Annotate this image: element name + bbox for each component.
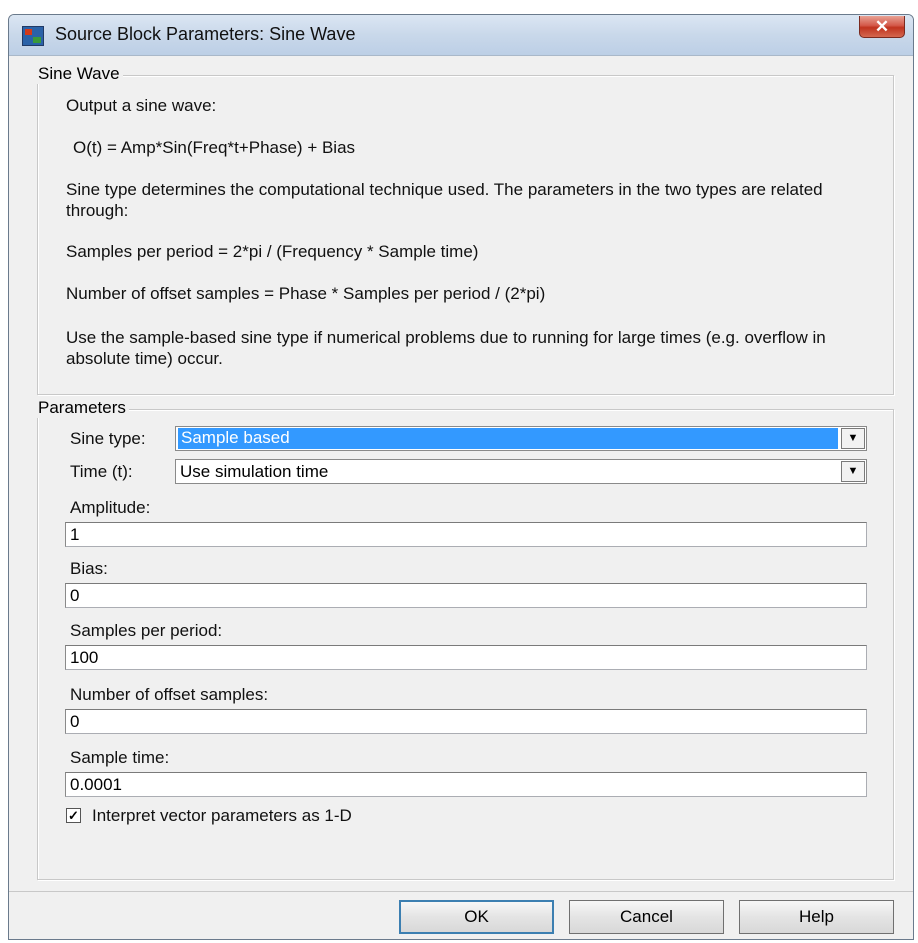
description-sine-type: Sine type determines the computational t… bbox=[66, 180, 823, 220]
description-offset-samples: Number of offset samples = Phase * Sampl… bbox=[66, 284, 546, 303]
description-intro: Output a sine wave: bbox=[66, 96, 217, 115]
chevron-down-icon[interactable]: ▼ bbox=[841, 461, 865, 482]
samples-per-period-label: Samples per period: bbox=[70, 621, 223, 640]
sine-type-select[interactable]: Sample based ▼ bbox=[175, 426, 867, 451]
sine-type-value: Sample based bbox=[178, 428, 838, 449]
bias-input[interactable]: 0 bbox=[65, 583, 867, 608]
time-value: Use simulation time bbox=[180, 462, 329, 481]
simulink-block-icon bbox=[22, 26, 44, 46]
interpret-vector-checkbox[interactable]: ✓ bbox=[66, 808, 81, 823]
bias-label: Bias: bbox=[70, 559, 108, 578]
window-title: Source Block Parameters: Sine Wave bbox=[55, 24, 356, 44]
offset-samples-label: Number of offset samples: bbox=[70, 685, 269, 704]
amplitude-input[interactable]: 1 bbox=[65, 522, 867, 547]
time-label: Time (t): bbox=[70, 462, 133, 481]
button-bar-divider bbox=[9, 891, 913, 892]
close-button[interactable]: ✕ bbox=[859, 16, 905, 38]
sine-type-label: Sine type: bbox=[70, 429, 146, 448]
time-select[interactable]: Use simulation time ▼ bbox=[175, 459, 867, 484]
interpret-vector-label[interactable]: Interpret vector parameters as 1-D bbox=[92, 806, 352, 826]
offset-samples-input[interactable]: 0 bbox=[65, 709, 867, 734]
description-formula: O(t) = Amp*Sin(Freq*t+Phase) + Bias bbox=[73, 138, 356, 157]
description-samples-per-period: Samples per period = 2*pi / (Frequency *… bbox=[66, 242, 479, 261]
help-button[interactable]: Help bbox=[739, 900, 894, 934]
sine-wave-group-title: Sine Wave bbox=[37, 64, 123, 84]
sample-time-label: Sample time: bbox=[70, 748, 170, 767]
parameters-group-title: Parameters bbox=[37, 398, 129, 418]
title-bar[interactable]: Source Block Parameters: Sine Wave ✕ bbox=[9, 15, 913, 56]
samples-per-period-input[interactable]: 100 bbox=[65, 645, 867, 670]
sample-time-input[interactable]: 0.0001 bbox=[65, 772, 867, 797]
chevron-down-icon[interactable]: ▼ bbox=[841, 428, 865, 449]
cancel-button[interactable]: Cancel bbox=[569, 900, 724, 934]
ok-button[interactable]: OK bbox=[399, 900, 554, 934]
description-usage-note: Use the sample-based sine type if numeri… bbox=[66, 328, 826, 368]
amplitude-label: Amplitude: bbox=[70, 498, 151, 517]
dialog-window: Source Block Parameters: Sine Wave ✕ Sin… bbox=[8, 14, 914, 940]
